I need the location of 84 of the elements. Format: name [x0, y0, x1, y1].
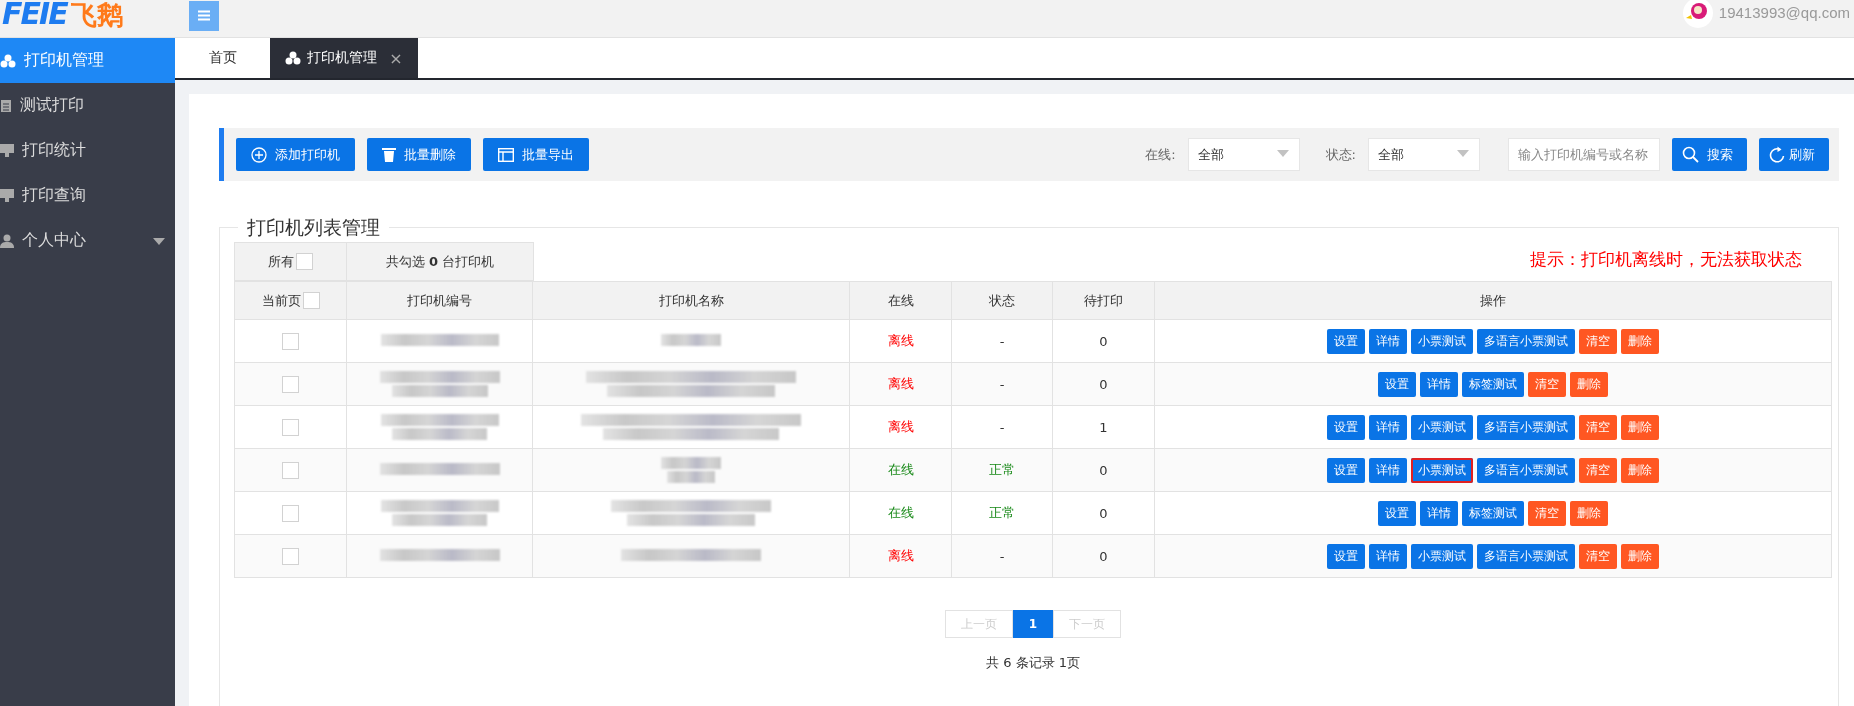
action-button[interactable]: 设置 — [1327, 414, 1365, 440]
action-button[interactable]: 设置 — [1327, 328, 1365, 354]
table-cell: - — [999, 419, 1005, 435]
online-status: 离线 — [887, 419, 914, 434]
filter-select[interactable]: 全部 — [1368, 138, 1480, 171]
tab[interactable]: 首页 — [175, 38, 270, 78]
table-cell: - — [999, 548, 1005, 564]
logo: FEIE飞鹅 — [1, 0, 124, 33]
table-cell: 1 — [1099, 419, 1108, 435]
action-button[interactable]: 详情 — [1420, 371, 1458, 397]
refresh-button[interactable]: 刷新 — [1759, 138, 1829, 171]
action-button[interactable]: 小票测试 — [1411, 328, 1473, 354]
action-button[interactable]: 删除 — [1621, 543, 1659, 569]
action-button[interactable]: 标签测试 — [1462, 500, 1524, 526]
table-cell: 0 — [1099, 505, 1108, 521]
action-button[interactable]: 删除 — [1570, 500, 1608, 526]
table-cell: 正常 — [989, 462, 1015, 477]
action-button[interactable]: 设置 — [1327, 543, 1365, 569]
column-header: 当前页 — [261, 291, 301, 310]
notice-text: 提示：打印机离线时，无法获取状态 — [1530, 248, 1802, 271]
column-header: 待打印 — [1084, 292, 1123, 308]
online-status: 离线 — [887, 333, 914, 348]
table-cell: 0 — [1099, 548, 1108, 564]
tab[interactable]: 打印机管理 × — [270, 38, 418, 78]
filter-label: 在线: — [1145, 145, 1176, 164]
action-button[interactable]: 清空 — [1579, 414, 1617, 440]
column-header: 状态 — [989, 292, 1015, 308]
online-status: 在线 — [887, 462, 914, 477]
selection-summary: 共勾选 0 台打印机 — [385, 253, 495, 269]
action-button[interactable]: 清空 — [1528, 500, 1566, 526]
action-button[interactable]: 多语言小票测试 — [1477, 543, 1575, 569]
close-icon[interactable]: × — [389, 48, 403, 68]
filter-select[interactable]: 全部 — [1187, 138, 1300, 171]
sidebar-item[interactable]: 个人中心 — [0, 218, 175, 263]
column-header: 操作 — [1480, 292, 1506, 308]
action-button[interactable]: 设置 — [1378, 500, 1416, 526]
column-header: 在线 — [887, 292, 914, 308]
action-button[interactable]: 详情 — [1369, 414, 1407, 440]
online-status: 离线 — [887, 376, 914, 391]
action-button[interactable]: 小票测试 — [1411, 414, 1473, 440]
action-button[interactable]: 详情 — [1369, 457, 1407, 483]
table-label: 所有 — [268, 252, 294, 271]
table-cell: - — [999, 376, 1005, 392]
action-button[interactable]: 删除 — [1621, 328, 1659, 354]
filter-label: 状态: — [1325, 145, 1356, 164]
table-cell: 0 — [1099, 333, 1108, 349]
action-button[interactable]: 标签测试 — [1462, 371, 1524, 397]
toolbar-button[interactable]: 批量导出 — [483, 138, 589, 171]
action-button[interactable]: 删除 — [1621, 457, 1659, 483]
action-button[interactable]: 多语言小票测试 — [1477, 457, 1575, 483]
table-cell: 0 — [1099, 376, 1108, 392]
action-button[interactable]: 设置 — [1327, 457, 1365, 483]
online-status: 在线 — [887, 505, 914, 520]
toolbar-button[interactable]: 批量删除 — [367, 138, 471, 171]
action-button[interactable]: 小票测试 — [1411, 457, 1473, 483]
action-button[interactable]: 删除 — [1570, 371, 1608, 397]
page-button[interactable]: 1 — [1012, 610, 1054, 638]
toolbar-button[interactable]: 添加打印机 — [236, 138, 355, 171]
sidebar-item[interactable]: 打印统计 — [0, 128, 175, 173]
sidebar-item[interactable]: 打印机管理 — [0, 38, 175, 83]
action-button[interactable]: 清空 — [1579, 543, 1617, 569]
action-button[interactable]: 详情 — [1420, 500, 1458, 526]
action-button[interactable]: 详情 — [1369, 328, 1407, 354]
column-header: 打印机名称 — [658, 292, 724, 308]
action-button[interactable]: 设置 — [1378, 371, 1416, 397]
action-button[interactable]: 详情 — [1369, 543, 1407, 569]
search-button[interactable]: 搜索 — [1672, 138, 1747, 171]
sidebar-item[interactable]: 打印查询 — [0, 173, 175, 218]
record-summary: 共 6 条记录 1页 — [985, 654, 1081, 672]
action-button[interactable]: 清空 — [1579, 457, 1617, 483]
sidebar-item[interactable]: 测试打印 — [0, 83, 175, 128]
action-button[interactable]: 清空 — [1528, 371, 1566, 397]
user-email[interactable]: 19413993@qq.com — [1718, 4, 1850, 21]
table-cell: - — [999, 333, 1005, 349]
action-button[interactable]: 小票测试 — [1411, 543, 1473, 569]
action-button[interactable]: 清空 — [1579, 328, 1617, 354]
action-button[interactable]: 删除 — [1621, 414, 1659, 440]
table-cell: 0 — [1099, 462, 1108, 478]
column-header: 打印机编号 — [407, 292, 472, 308]
search-field[interactable]: 输入打印机编号或名称 — [1508, 138, 1660, 171]
action-button[interactable]: 多语言小票测试 — [1477, 328, 1575, 354]
online-status: 离线 — [887, 548, 914, 563]
table-cell: 正常 — [989, 505, 1015, 520]
action-button[interactable]: 多语言小票测试 — [1477, 414, 1575, 440]
